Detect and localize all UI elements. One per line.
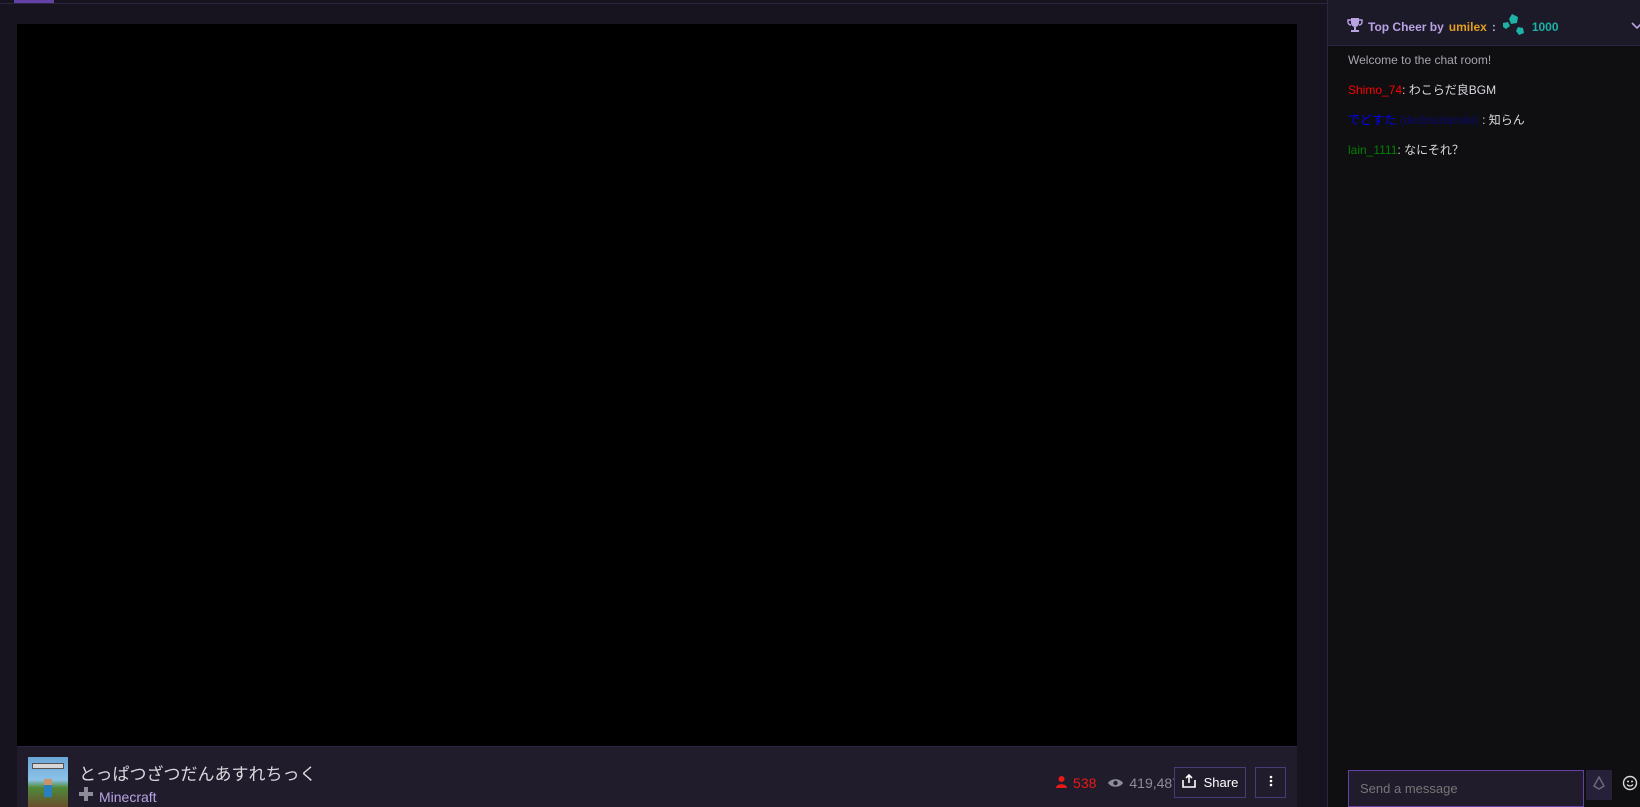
view-count-value: 419,487 xyxy=(1129,775,1180,791)
top-cheer-amount: 1000 xyxy=(1531,19,1559,34)
chat-panel: Top Cheer by umilex : 1000 Welcome to th… xyxy=(1328,0,1640,807)
chat-message: Shimo_74: わこらだ良BGM xyxy=(1348,82,1638,112)
emote-picker-button[interactable] xyxy=(1620,775,1640,795)
eye-icon xyxy=(1108,775,1124,791)
gamepad-icon xyxy=(79,787,93,806)
chat-message-input[interactable] xyxy=(1348,770,1584,807)
game-link[interactable]: Minecraft xyxy=(99,789,157,805)
share-label: Share xyxy=(1203,775,1239,790)
stream-stats: 538 419,487 xyxy=(1056,775,1180,791)
app-root: とっぱつざつだんあすれちっく Minecraft 538 419,487 Sha… xyxy=(0,0,1640,807)
chat-message: lain_1111: なにそれ？ xyxy=(1348,142,1638,172)
game-box-art[interactable] xyxy=(28,757,68,807)
chat-username[interactable]: でどすた xyxy=(1348,113,1396,127)
chevron-down-icon[interactable] xyxy=(1631,17,1640,35)
bits-button[interactable] xyxy=(1586,770,1612,800)
chat-separator: : xyxy=(1397,143,1401,157)
chat-message-text: 知らん xyxy=(1488,113,1525,127)
chat-message: でどすた (dedosutanoki) : 知らん xyxy=(1348,112,1638,142)
stream-title: とっぱつざつだんあすれちっく xyxy=(79,765,317,784)
top-cheer-content: Top Cheer by umilex : 1000 xyxy=(1347,14,1559,39)
share-button[interactable]: Share xyxy=(1174,767,1246,798)
share-icon xyxy=(1181,773,1196,791)
chat-message-list: Welcome to the chat room! Shimo_74: わこらだ… xyxy=(1348,52,1638,172)
chat-welcome-message: Welcome to the chat room! xyxy=(1348,53,1492,67)
trophy-icon xyxy=(1347,17,1363,36)
video-player[interactable] xyxy=(17,24,1297,746)
top-cheer-user[interactable]: umilex xyxy=(1449,20,1487,34)
chat-separator: : xyxy=(1402,83,1406,97)
top-cheer-banner[interactable]: Top Cheer by umilex : 1000 xyxy=(1328,0,1640,46)
top-cheer-colon: : xyxy=(1491,19,1496,34)
top-strip xyxy=(0,0,1327,4)
chat-user-login[interactable]: (dedosutanoki) xyxy=(1399,113,1478,127)
box-art-figure xyxy=(44,779,52,797)
more-options-button[interactable] xyxy=(1255,767,1286,798)
chat-message-text: わこらだ良BGM xyxy=(1408,83,1497,97)
emote-icon xyxy=(1622,775,1638,796)
main-column: とっぱつざつだんあすれちっく Minecraft 538 419,487 Sha… xyxy=(0,0,1327,807)
viewer-count: 538 xyxy=(1056,775,1096,791)
active-tab-indicator[interactable] xyxy=(14,0,54,3)
bits-gem-icon xyxy=(1501,14,1527,39)
viewer-person-icon xyxy=(1056,775,1068,791)
top-cheer-prefix: Top Cheer by xyxy=(1368,19,1444,34)
box-art-logo xyxy=(32,763,64,769)
chat-separator: : xyxy=(1482,113,1486,127)
view-count: 419,487 xyxy=(1108,775,1180,791)
chat-message-text: なにそれ？ xyxy=(1404,143,1464,157)
game-row: Minecraft xyxy=(79,787,157,806)
more-vertical-icon xyxy=(1269,774,1273,792)
chat-username[interactable]: Shimo_74 xyxy=(1348,83,1402,97)
chat-username[interactable]: lain_1111 xyxy=(1348,143,1397,157)
viewer-count-value: 538 xyxy=(1073,775,1097,791)
bits-icon xyxy=(1592,775,1606,795)
stream-info-bar: とっぱつざつだんあすれちっく Minecraft 538 419,487 Sha… xyxy=(17,746,1297,807)
